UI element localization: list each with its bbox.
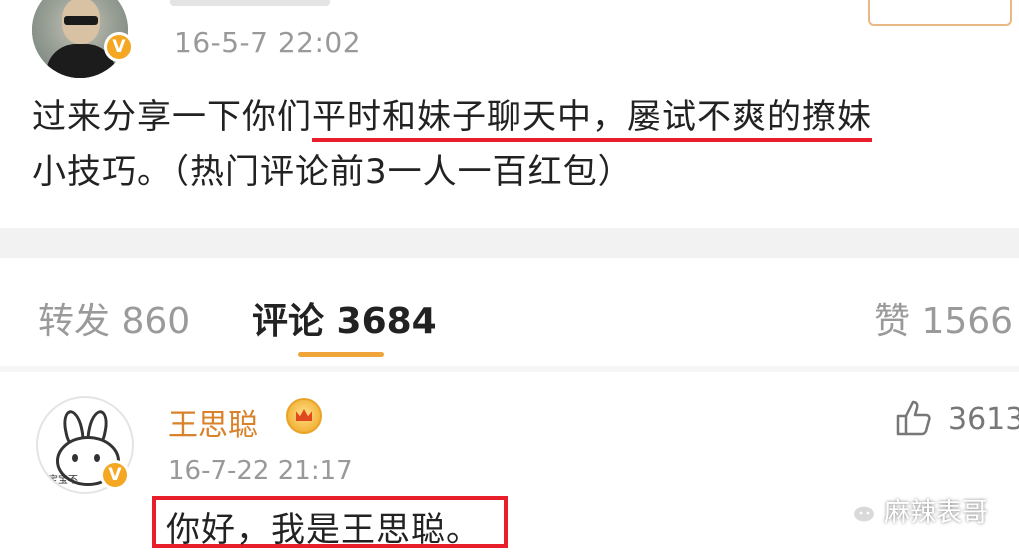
post-text-highlight: 平时和妹子聊天中，屡试不爽的撩妹 (312, 97, 872, 142)
comment-like-count: 3613 (948, 402, 1019, 437)
post-timestamp: 16-5-7 22:02 (174, 26, 362, 59)
post-text-part: 过来分享一下你们 (32, 97, 312, 137)
tab-comments[interactable]: 评论 3684 (252, 292, 437, 344)
verified-icon: V (104, 32, 134, 62)
comment-text: 你好，我是王思聪。 (166, 510, 481, 550)
follow-button[interactable] (868, 0, 1012, 26)
commenter-name[interactable]: 王思聪 (168, 400, 258, 444)
watermark: 麻辣表哥 (838, 492, 988, 529)
crown-icon (286, 398, 322, 434)
post-content: 过来分享一下你们平时和妹子聊天中，屡试不爽的撩妹小技巧。（热门评论前3一人一百红… (32, 90, 1002, 200)
watermark-text: 麻辣表哥 (884, 498, 989, 528)
post-text-part: 小技巧。（热门评论前3一人一百红包） (32, 152, 633, 192)
verified-icon: V (100, 460, 130, 490)
post-tabs: 转发 860 评论 3684 赞 1566 (0, 258, 1019, 366)
comment-timestamp: 16-7-22 21:17 (168, 456, 353, 486)
active-tab-indicator (298, 352, 384, 357)
tab-likes[interactable]: 赞 1566 (874, 292, 1013, 344)
section-divider (0, 228, 1019, 258)
avatar-caption: 宝宝不 (48, 475, 78, 486)
wechat-icon (838, 497, 877, 524)
like-thumb-icon[interactable] (894, 398, 934, 438)
post-author-name[interactable] (170, 0, 330, 6)
weibo-post: V 16-5-7 22:02 过来分享一下你们平时和妹子聊天中，屡试不爽的撩妹小… (0, 0, 1019, 228)
tab-repost[interactable]: 转发 860 (38, 292, 190, 344)
